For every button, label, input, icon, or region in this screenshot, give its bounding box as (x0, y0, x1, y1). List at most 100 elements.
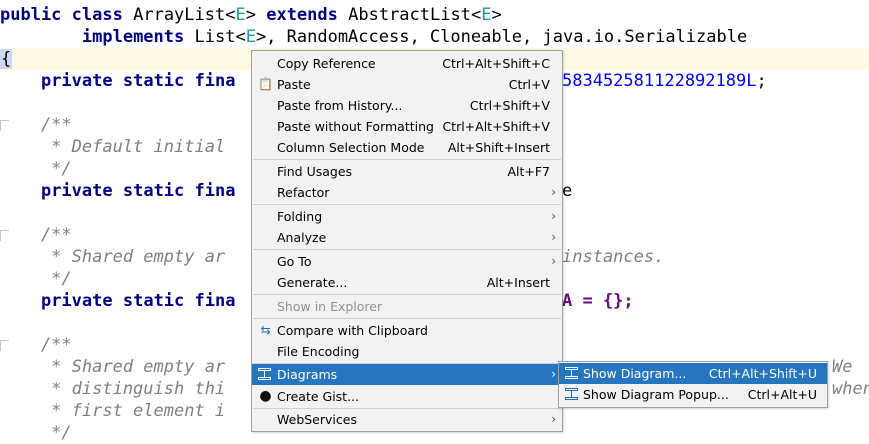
keyword: class (71, 5, 123, 25)
keyword: static (122, 71, 185, 91)
keyword: fina (194, 181, 236, 201)
menu-item-label: Diagrams (277, 367, 338, 382)
menu-item-label: Copy Reference (277, 56, 376, 71)
code-text: ; (756, 71, 767, 91)
menu-separator (253, 318, 561, 319)
menu-item-diagrams[interactable]: Diagrams › (252, 364, 562, 385)
menu-item-go-to[interactable]: Go To › (252, 251, 562, 272)
menu-separator (253, 249, 561, 250)
chevron-right-icon: › (551, 367, 556, 381)
menu-item-column-selection-mode[interactable]: Column Selection Mode Alt+Shift+Insert (252, 137, 562, 158)
code-text: > (245, 5, 256, 25)
menu-item-label: Create Gist... (277, 389, 360, 404)
menu-separator (253, 204, 561, 205)
keyword: private (40, 71, 113, 91)
context-menu: Copy Reference Ctrl+Alt+Shift+C 📋 Paste … (251, 50, 563, 432)
type-param: E (245, 27, 256, 47)
menu-item-paste-from-history[interactable]: Paste from History... Ctrl+Shift+V (252, 95, 562, 116)
fold-marker-icon[interactable] (0, 340, 9, 351)
menu-item-shortcut: Ctrl+V (508, 77, 550, 92)
keyword: public (0, 5, 62, 25)
chevron-right-icon: › (551, 254, 556, 268)
menu-item-label: Analyze (277, 230, 327, 245)
menu-item-refactor[interactable]: Refactor › (252, 182, 562, 203)
menu-item-paste-without-formatting[interactable]: Paste without Formatting Ctrl+Alt+Shift+… (252, 116, 562, 137)
menu-item-file-encoding[interactable]: File Encoding (252, 341, 562, 362)
keyword: static (122, 181, 185, 201)
submenu-item-show-diagram[interactable]: Show Diagram... Ctrl+Alt+Shift+U (559, 363, 827, 384)
type-param: E (235, 5, 246, 25)
menu-item-label: Folding (277, 209, 323, 224)
code-line: implements List<E>, RandomAccess, Clonea… (0, 26, 869, 48)
code-text: List< (194, 27, 246, 47)
diagram-icon (565, 367, 578, 379)
menu-item-generate[interactable]: Generate... Alt+Insert (252, 272, 562, 293)
menu-item-label: Generate... (277, 275, 348, 290)
menu-item-copy-reference[interactable]: Copy Reference Ctrl+Alt+Shift+C (252, 53, 562, 74)
menu-item-label: Show Diagram Popup... (583, 387, 729, 402)
code-line-tail: A = {}; (562, 290, 862, 312)
diagram-icon (258, 368, 271, 380)
type-param: E (481, 5, 492, 25)
menu-item-label: Find Usages (277, 164, 353, 179)
menu-item-label: Compare with Clipboard (277, 323, 428, 338)
submenu-item-show-diagram-popup[interactable]: Show Diagram Popup... Ctrl+Alt+U (559, 384, 827, 405)
chevron-right-icon: › (551, 209, 556, 223)
menu-item-shortcut: Ctrl+Shift+V (469, 98, 550, 113)
keyword: static (122, 291, 185, 311)
keyword: private (40, 291, 113, 311)
fold-marker-icon[interactable] (0, 120, 9, 131)
comment-line-tail: instances. (562, 247, 665, 267)
menu-item-label: Paste from History... (277, 98, 403, 113)
menu-item-paste[interactable]: 📋 Paste Ctrl+V (252, 74, 562, 95)
comment-line-tail: We (832, 357, 853, 377)
menu-separator (253, 294, 561, 295)
code-text: A = {}; (562, 291, 634, 311)
keyword: fina (194, 291, 236, 311)
menu-item-label: Show Diagram... (583, 366, 687, 381)
code-text: ArrayList< (133, 5, 236, 25)
keyword: extends (266, 5, 338, 25)
keyword: implements (81, 27, 185, 47)
menu-separator (253, 159, 561, 160)
chevron-right-icon: › (551, 230, 556, 244)
menu-item-shortcut: Ctrl+Alt+Shift+C (442, 56, 550, 71)
menu-item-label: Go To (277, 254, 312, 269)
menu-item-shortcut: Ctrl+Alt+Shift+V (442, 119, 550, 134)
menu-item-shortcut: Ctrl+Alt+Shift+U (708, 366, 817, 381)
fold-marker-icon[interactable] (0, 230, 9, 241)
code-line-tail: 583452581122892189L; (562, 70, 862, 92)
diagram-icon (565, 388, 578, 400)
menu-item-label: Paste without Formatting (277, 119, 434, 134)
diagrams-submenu: Show Diagram... Ctrl+Alt+Shift+U Show Di… (558, 361, 828, 408)
menu-item-label: Column Selection Mode (277, 140, 425, 155)
menu-item-folding[interactable]: Folding › (252, 206, 562, 227)
menu-item-label: File Encoding (277, 344, 360, 359)
menu-item-shortcut: Alt+Insert (486, 275, 550, 290)
code-line-tail: e (562, 181, 573, 201)
code-text: > (491, 5, 502, 25)
code-line: public class ArrayList<E> extends Abstra… (0, 4, 869, 26)
compare-icon: ⇆ (260, 323, 271, 337)
github-icon: ● (259, 388, 272, 404)
menu-item-label: Show in Explorer (277, 299, 383, 314)
open-brace: { (0, 49, 13, 69)
menu-item-create-gist[interactable]: ● Create Gist... (252, 386, 562, 407)
keyword: fina (194, 71, 236, 91)
menu-item-shortcut: Ctrl+Alt+U (747, 387, 817, 402)
menu-item-label: WebServices (277, 412, 357, 427)
chevron-right-icon: › (551, 412, 556, 426)
menu-item-analyze[interactable]: Analyze › (252, 227, 562, 248)
menu-item-shortcut: Alt+Shift+Insert (447, 140, 550, 155)
menu-item-label: Refactor (277, 185, 330, 200)
menu-item-find-usages[interactable]: Find Usages Alt+F7 (252, 161, 562, 182)
comment-line-tail: when (832, 379, 869, 399)
menu-item-compare-with-clipboard[interactable]: ⇆ Compare with Clipboard (252, 320, 562, 341)
menu-item-webservices[interactable]: WebServices › (252, 409, 562, 430)
code-text: >, RandomAccess, Cloneable, java.io.Seri… (255, 27, 748, 47)
number-literal: 583452581122892189L (562, 71, 757, 91)
